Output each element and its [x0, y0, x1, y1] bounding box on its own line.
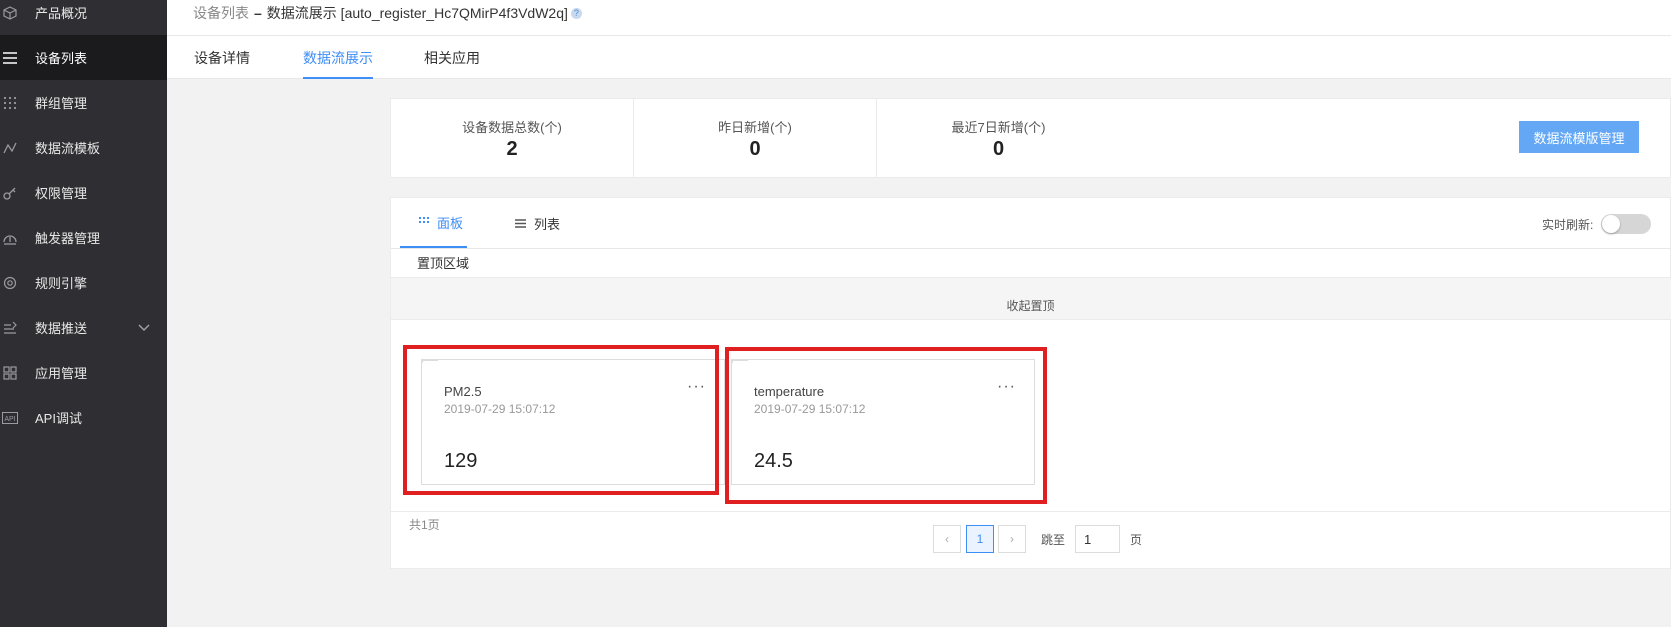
key-icon — [0, 183, 20, 203]
sidebar-item-label: 规则引擎 — [35, 276, 88, 291]
divider — [391, 248, 1671, 249]
tab-panel-view[interactable]: 面板 — [400, 198, 467, 248]
prev-page-button[interactable]: ‹ — [933, 525, 961, 553]
sidebar-item-label: 数据推送 — [35, 321, 88, 336]
sidebar: 产品概况 设备列表 群组管理 数据流模板 权限管理 触发器管理 规则引擎 数据推… — [0, 0, 167, 627]
push-icon — [0, 318, 20, 338]
cube-icon — [0, 3, 20, 23]
api-icon: API — [0, 408, 20, 428]
sidebar-item-label: 触发器管理 — [35, 231, 101, 246]
jump-to-page-input[interactable] — [1075, 525, 1120, 553]
toggle-knob — [1602, 215, 1620, 233]
apps-icon — [0, 363, 20, 383]
sidebar-item-label: 产品概况 — [35, 6, 88, 21]
svg-text:API: API — [4, 416, 15, 423]
sidebar-item-label: 设备列表 — [35, 51, 88, 66]
datastream-template-manage-button[interactable]: 数据流模版管理 — [1519, 121, 1639, 153]
highlight-box — [403, 345, 719, 495]
sidebar-item-label: 应用管理 — [35, 366, 88, 381]
stat-value: 2 — [506, 138, 518, 160]
stat-last-7-days-new: 最近7日新增(个) 0 — [877, 99, 1120, 177]
stat-total-datastreams: 设备数据总数(个) 2 — [391, 99, 634, 177]
sidebar-item-data-push[interactable]: 数据推送 — [0, 305, 167, 350]
breadcrumb: 设备列表 – 数据流展示 [auto_register_Hc7QMirP4f3V… — [193, 3, 582, 23]
sidebar-item-permission-management[interactable]: 权限管理 — [0, 170, 167, 215]
jump-to-label: 跳至 — [1041, 533, 1066, 547]
stat-yesterday-new: 昨日新增(个) 0 — [634, 99, 877, 177]
stats-panel: 设备数据总数(个) 2 昨日新增(个) 0 最近7日新增(个) 0 数据流模版管… — [390, 98, 1671, 178]
sidebar-item-rule-engine[interactable]: 规则引擎 — [0, 260, 167, 305]
sidebar-item-product-overview[interactable]: 产品概况 — [0, 0, 167, 35]
sidebar-item-label: 群组管理 — [35, 96, 88, 111]
tab-datastream-display[interactable]: 数据流展示 — [303, 48, 373, 79]
pinned-area-label: 置顶区域 — [417, 256, 470, 271]
realtime-refresh-label: 实时刷新: — [1542, 218, 1594, 232]
sidebar-item-label: API调试 — [35, 411, 82, 426]
detail-tabs: 设备详情 数据流展示 相关应用 — [167, 36, 1671, 79]
pinned-area: 收起置顶 — [391, 277, 1671, 320]
page-unit-label: 页 — [1130, 533, 1143, 547]
sidebar-item-trigger-management[interactable]: 触发器管理 — [0, 215, 167, 260]
sidebar-item-datastream-template[interactable]: 数据流模板 — [0, 125, 167, 170]
tab-device-details[interactable]: 设备详情 — [194, 48, 250, 79]
stat-label: 昨日新增(个) — [718, 120, 792, 135]
page-title: 数据流展示 [auto_register_Hc7QMirP4f3VdW2q] — [266, 5, 568, 21]
sidebar-item-api-debug[interactable]: API API调试 — [0, 395, 167, 440]
line-chart-icon — [0, 138, 20, 158]
list-icon — [515, 216, 526, 231]
breadcrumb-separator: – — [254, 5, 262, 21]
stat-label: 设备数据总数(个) — [462, 120, 562, 135]
stat-label: 最近7日新增(个) — [951, 120, 1046, 135]
sidebar-item-group-management[interactable]: 群组管理 — [0, 80, 167, 125]
list-icon — [0, 48, 20, 68]
divider — [391, 511, 1671, 512]
collapse-pinned-button[interactable]: 收起置顶 — [391, 278, 1670, 321]
help-icon[interactable]: ? — [570, 7, 582, 19]
datastream-panel: 面板 列表 实时刷新: 置顶区域 收起置顶 PM2.5 2019-07-29 1… — [390, 197, 1671, 569]
stat-value: 0 — [749, 138, 761, 160]
page-count: 共1页 — [409, 518, 440, 532]
gauge-icon — [0, 228, 20, 248]
tab-related-apps[interactable]: 相关应用 — [424, 48, 480, 79]
highlight-box — [725, 347, 1047, 504]
sidebar-item-app-management[interactable]: 应用管理 — [0, 350, 167, 395]
next-page-button[interactable]: › — [998, 525, 1026, 553]
chevron-down-icon[interactable] — [138, 320, 150, 335]
page-header: 设备列表 – 数据流展示 [auto_register_Hc7QMirP4f3V… — [167, 0, 1671, 36]
page-button-1[interactable]: 1 — [966, 525, 994, 553]
sidebar-item-device-list[interactable]: 设备列表 — [0, 35, 167, 80]
engine-icon — [0, 273, 20, 293]
stat-value: 0 — [992, 138, 1005, 160]
sidebar-item-label: 数据流模板 — [35, 141, 101, 156]
realtime-refresh-toggle[interactable] — [1601, 214, 1651, 234]
tab-list-label: 列表 — [534, 216, 561, 232]
sidebar-item-label: 权限管理 — [35, 186, 88, 201]
breadcrumb-parent-link[interactable]: 设备列表 — [193, 3, 249, 23]
tab-panel-label: 面板 — [437, 215, 464, 231]
grid-dots-icon — [0, 93, 20, 113]
tab-list-view[interactable]: 列表 — [515, 198, 560, 248]
grid-icon — [419, 215, 429, 230]
